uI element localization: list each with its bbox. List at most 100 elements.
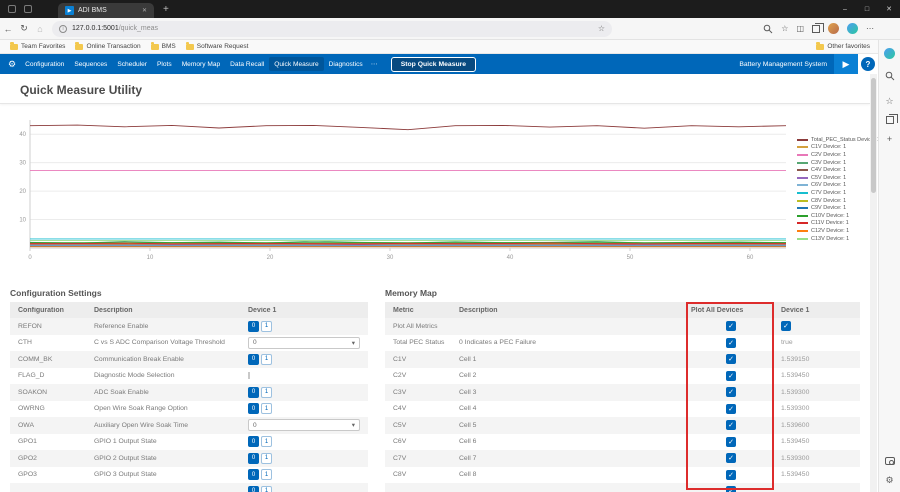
nav-item-diagnostics[interactable]: Diagnostics: [324, 57, 368, 71]
maximize-button[interactable]: □: [856, 0, 878, 18]
column-header-device-1: Device 1: [248, 307, 368, 314]
close-button[interactable]: ✕: [878, 0, 900, 18]
toggle-option-0[interactable]: 0: [248, 321, 259, 332]
split-screen-icon[interactable]: ◫: [796, 24, 804, 33]
toggle-option-1[interactable]: 1: [261, 486, 272, 492]
search-icon[interactable]: [885, 68, 895, 86]
toggle-option-0[interactable]: 0: [248, 354, 259, 365]
bookmark-label: BMS: [162, 43, 176, 50]
tab-actions-icon[interactable]: [24, 5, 32, 13]
copilot-icon[interactable]: [884, 48, 895, 59]
plot-all-devices-checkbox[interactable]: ✓: [726, 453, 736, 463]
device1-toggle[interactable]: 01: [248, 387, 272, 398]
bookmark-bms[interactable]: BMS: [151, 43, 176, 50]
favorites-icon[interactable]: ☆: [884, 95, 896, 107]
nav-item-memory-map[interactable]: Memory Map: [177, 57, 225, 71]
copilot-icon[interactable]: [847, 23, 858, 34]
workspaces-icon[interactable]: [8, 5, 16, 13]
new-tab-button[interactable]: +: [163, 4, 169, 15]
svg-text:10: 10: [19, 218, 26, 224]
stop-quick-measure-button[interactable]: Stop Quick Measure: [391, 57, 476, 72]
plot-all-devices-checkbox[interactable]: ✓: [726, 338, 736, 348]
adi-logo: ▶: [834, 54, 858, 74]
site-info-icon[interactable]: i: [59, 25, 67, 33]
memory-row-item: ✓: [385, 483, 860, 492]
tab-close-icon[interactable]: ✕: [142, 7, 147, 14]
plot-all-devices-checkbox[interactable]: ✓: [726, 404, 736, 414]
bookmark-online-transaction[interactable]: Online Transaction: [75, 43, 140, 50]
toggle-option-1[interactable]: 1: [261, 387, 272, 398]
settings-icon[interactable]: ⚙: [884, 474, 896, 486]
nav-overflow-icon[interactable]: ⋯: [368, 60, 381, 68]
help-button[interactable]: ?: [861, 57, 875, 71]
settings-gear-icon[interactable]: ⚙: [8, 59, 16, 70]
other-favorites[interactable]: Other favorites: [816, 43, 870, 50]
plot-all-devices-checkbox[interactable]: ✓: [726, 321, 736, 331]
page-scrollbar-thumb[interactable]: [871, 78, 876, 193]
legend-color-mark: [797, 169, 808, 171]
device1-select[interactable]: 0▾: [248, 419, 360, 431]
toggle-option-1[interactable]: 1: [261, 321, 272, 332]
device1-input[interactable]: [248, 372, 250, 379]
toggle-option-0[interactable]: 0: [248, 469, 259, 480]
bookmark-software-request[interactable]: Software Request: [186, 43, 249, 50]
plot-all-devices-checkbox[interactable]: ✓: [726, 371, 736, 381]
favorites-icon[interactable]: ☆: [781, 24, 788, 33]
nav-item-sequences[interactable]: Sequences: [69, 57, 112, 71]
config-description: GPIO 3 Output State: [90, 471, 248, 478]
device1-toggle[interactable]: 01: [248, 403, 272, 414]
device1-toggle[interactable]: 01: [248, 469, 272, 480]
browser-menu-icon[interactable]: ⋯: [866, 24, 874, 33]
refresh-icon[interactable]: ↻: [16, 23, 32, 34]
device1-toggle[interactable]: 01: [248, 453, 272, 464]
bookmark-team-favorites[interactable]: Team Favorites: [10, 43, 65, 50]
device1-checkbox[interactable]: ✓: [781, 321, 791, 331]
address-bar[interactable]: i 127.0.0.1:5001 /quick_meas ☆: [52, 21, 612, 37]
home-icon[interactable]: ⌂: [32, 24, 48, 34]
nav-item-configuration[interactable]: Configuration: [20, 57, 69, 71]
plot-all-devices-checkbox[interactable]: ✓: [726, 354, 736, 364]
search-icon[interactable]: [763, 24, 773, 34]
device1-toggle[interactable]: 01: [248, 436, 272, 447]
toggle-option-0[interactable]: 0: [248, 453, 259, 464]
toggle-option-1[interactable]: 1: [261, 436, 272, 447]
device1-select[interactable]: 0▾: [248, 337, 360, 349]
plot-all-devices-checkbox[interactable]: ✓: [726, 486, 736, 492]
toggle-option-0[interactable]: 0: [248, 387, 259, 398]
minimize-button[interactable]: –: [834, 0, 856, 18]
plot-all-devices-checkbox[interactable]: ✓: [726, 420, 736, 430]
device1-value: true: [781, 339, 793, 346]
page-title: Quick Measure Utility: [20, 83, 870, 97]
memory-panel-title: Memory Map: [385, 288, 860, 302]
add-icon[interactable]: +: [884, 133, 896, 145]
toggle-option-1[interactable]: 1: [261, 453, 272, 464]
collections-icon[interactable]: [886, 116, 894, 124]
toggle-option-1[interactable]: 1: [261, 403, 272, 414]
toggle-option-0[interactable]: 0: [248, 436, 259, 447]
toggle-option-1[interactable]: 1: [261, 354, 272, 365]
device1-toggle[interactable]: 01: [248, 486, 272, 492]
plot-all-devices-checkbox[interactable]: ✓: [726, 437, 736, 447]
device1-toggle[interactable]: 01: [248, 354, 272, 365]
nav-item-data-recall[interactable]: Data Recall: [225, 57, 269, 71]
device1-toggle[interactable]: 01: [248, 321, 272, 332]
toggle-option-0[interactable]: 0: [248, 403, 259, 414]
toggle-option-0[interactable]: 0: [248, 486, 259, 492]
profile-avatar[interactable]: [828, 23, 839, 34]
browser-tab[interactable]: ▶ ADI BMS ✕: [58, 3, 154, 18]
nav-item-quick-measure[interactable]: Quick Measure: [269, 57, 323, 71]
collections-icon[interactable]: [812, 25, 820, 33]
add-favorite-icon[interactable]: ☆: [598, 24, 605, 33]
chart-canvas: 102030400102030405060: [8, 112, 790, 270]
bookmark-label: Software Request: [197, 43, 249, 50]
nav-item-scheduler[interactable]: Scheduler: [112, 57, 152, 71]
nav-item-plots[interactable]: Plots: [152, 57, 177, 71]
legend-label: C12V Device: 1: [811, 228, 849, 234]
screenshot-icon[interactable]: [885, 457, 895, 465]
plot-all-devices-checkbox[interactable]: ✓: [726, 387, 736, 397]
metric-name: C1V: [385, 356, 455, 363]
metric-name: C3V: [385, 389, 455, 396]
back-icon[interactable]: ←: [0, 24, 16, 34]
toggle-option-1[interactable]: 1: [261, 469, 272, 480]
plot-all-devices-checkbox[interactable]: ✓: [726, 470, 736, 480]
